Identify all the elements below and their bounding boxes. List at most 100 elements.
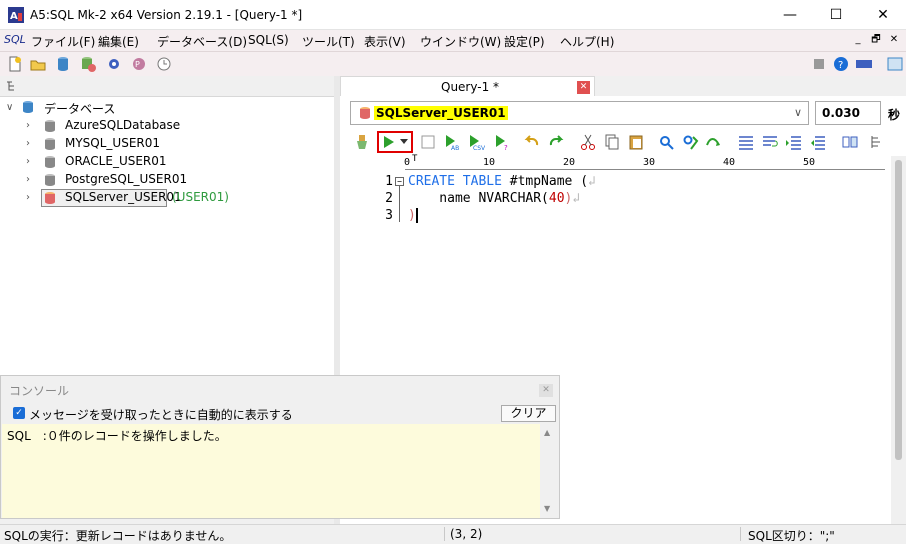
tree-root-label: データベース — [44, 102, 116, 116]
play-icon — [384, 136, 394, 148]
scroll-up-icon[interactable]: ▲ — [544, 428, 550, 437]
outline-icon[interactable] — [869, 133, 887, 151]
ruler-tick: 30 — [643, 157, 656, 168]
status-bar: SQLの実行：更新レコードはありません。 (3, 2) SQL区切り：";" — [0, 524, 906, 543]
menu-bar: SQL ファイル(F) 編集(E) データベース(D) SQL(S) ツール(T… — [0, 30, 906, 52]
auto-show-label[interactable]: メッセージを受け取ったときに自動的に表示する — [29, 406, 293, 423]
ruler-zero: 0 — [404, 157, 411, 168]
mdi-minimize-button[interactable]: _ — [850, 33, 866, 48]
console-scrollbar[interactable]: ▲ ▼ — [540, 424, 557, 518]
plugin-icon[interactable]: P — [130, 55, 148, 73]
undo-icon[interactable] — [523, 133, 541, 151]
svg-text:?: ? — [838, 60, 843, 71]
status-divider — [444, 527, 445, 541]
database-icon[interactable] — [54, 55, 72, 73]
tree-view-icon[interactable] — [6, 80, 18, 92]
main-toolbar: P ? — [0, 52, 906, 76]
stop-square-icon[interactable] — [419, 133, 437, 151]
line-number: 1 — [385, 174, 393, 189]
keyboard-icon[interactable] — [855, 55, 873, 73]
menu-tools[interactable]: ツール(T) — [302, 33, 355, 50]
wrap-icon[interactable] — [761, 133, 779, 151]
paste-icon[interactable] — [627, 133, 645, 151]
menu-sql[interactable]: SQL(S) — [248, 33, 289, 47]
tree-item-label: SQLServer_USER01 — [65, 190, 182, 204]
collapse-arrow-icon[interactable]: › — [26, 174, 30, 185]
collapse-arrow-icon[interactable]: › — [26, 138, 30, 149]
line-number: 2 — [385, 191, 393, 206]
settings-gear-icon[interactable] — [105, 55, 123, 73]
run-csv-icon[interactable]: CSV — [467, 133, 485, 151]
tree-item-label: AzureSQLDatabase — [65, 118, 181, 132]
broom-icon[interactable] — [353, 133, 371, 151]
help-icon[interactable]: ? — [832, 55, 850, 73]
database-group-icon — [23, 101, 33, 113]
copy-icon[interactable] — [603, 133, 621, 151]
tab-close-icon[interactable]: ✕ — [577, 81, 590, 94]
scroll-thumb[interactable] — [895, 160, 902, 460]
tree-item-user: (USER01) — [172, 190, 229, 204]
maximize-button[interactable]: ☐ — [813, 0, 859, 30]
clear-button[interactable]: クリア — [501, 405, 556, 422]
collapse-arrow-icon[interactable]: › — [26, 156, 30, 167]
collapse-arrow-icon[interactable]: › — [26, 192, 30, 203]
ruler-tick: 50 — [803, 157, 816, 168]
number-literal: 40 — [548, 191, 565, 206]
database-add-icon[interactable] — [79, 55, 97, 73]
keyword-text: CREATE TABLE — [408, 174, 502, 189]
jump-icon[interactable] — [705, 133, 723, 151]
side-panel-icon[interactable] — [886, 55, 904, 73]
menu-help[interactable]: ヘルプ(H) — [560, 33, 614, 50]
code-line-3: ) — [408, 208, 418, 223]
menu-settings[interactable]: 設定(P) — [504, 33, 545, 50]
database-connected-icon — [45, 192, 55, 204]
menu-window[interactable]: ウインドウ(W) — [420, 33, 501, 50]
tab-query-1[interactable]: Query-1 * ✕ — [340, 76, 595, 97]
stop-icon[interactable] — [810, 55, 828, 73]
redo-icon[interactable] — [547, 133, 565, 151]
auto-show-checkbox[interactable]: ✓ — [13, 407, 25, 419]
svg-text:CSV: CSV — [473, 145, 485, 151]
console-log[interactable]: SQL :０件のレコードを操作しました。 — [2, 424, 540, 518]
menu-edit[interactable]: 編集(E) — [98, 33, 139, 50]
execute-button[interactable] — [377, 131, 413, 153]
menu-view[interactable]: 表示(V) — [364, 33, 406, 50]
database-icon — [45, 120, 55, 132]
code-text: ) — [408, 208, 416, 223]
console-panel: コンソール ✕ ✓ メッセージを受け取ったときに自動的に表示する クリア SQL… — [0, 375, 560, 519]
new-file-icon[interactable] — [6, 55, 24, 73]
menu-database[interactable]: データベース(D) — [157, 33, 247, 50]
fold-toggle-icon[interactable]: − — [395, 177, 404, 186]
ruler-tick: 40 — [723, 157, 736, 168]
database-icon — [45, 156, 55, 168]
ruler-tick: 20 — [563, 157, 576, 168]
collapse-arrow-icon[interactable]: › — [26, 120, 30, 131]
find-icon[interactable] — [657, 133, 675, 151]
code-text: name NVARCHAR( — [408, 191, 549, 206]
mdi-close-button[interactable]: ✕ — [886, 33, 902, 48]
scroll-down-icon[interactable]: ▼ — [544, 504, 550, 513]
cut-icon[interactable] — [579, 133, 597, 151]
expand-arrow-icon[interactable]: ∨ — [6, 102, 13, 113]
chevron-down-icon[interactable]: ∨ — [794, 106, 802, 119]
replace-icon[interactable] — [681, 133, 699, 151]
run-step-icon[interactable]: ? — [493, 133, 511, 151]
run-explain-icon[interactable]: AB — [443, 133, 461, 151]
connection-select[interactable]: SQLServer_USER01 ∨ — [350, 101, 809, 125]
align-icon[interactable] — [737, 133, 755, 151]
database-icon — [45, 138, 55, 150]
open-folder-icon[interactable] — [29, 55, 47, 73]
history-clock-icon[interactable] — [155, 55, 173, 73]
minimize-button[interactable]: — — [767, 0, 813, 30]
console-close-icon[interactable]: ✕ — [539, 384, 553, 397]
format-icon[interactable] — [841, 133, 859, 151]
mdi-restore-button[interactable]: 🗗 — [868, 33, 884, 48]
close-window-button[interactable]: ✕ — [860, 0, 906, 30]
editor-scrollbar[interactable] — [891, 156, 906, 524]
svg-text:?: ? — [504, 144, 508, 151]
editor-toolbar: AB CSV ? — [345, 130, 906, 154]
code-line-2: name NVARCHAR(40)↲ — [408, 191, 580, 206]
menu-file[interactable]: ファイル(F) — [31, 33, 95, 50]
outdent-icon[interactable] — [809, 133, 827, 151]
indent-icon[interactable] — [785, 133, 803, 151]
